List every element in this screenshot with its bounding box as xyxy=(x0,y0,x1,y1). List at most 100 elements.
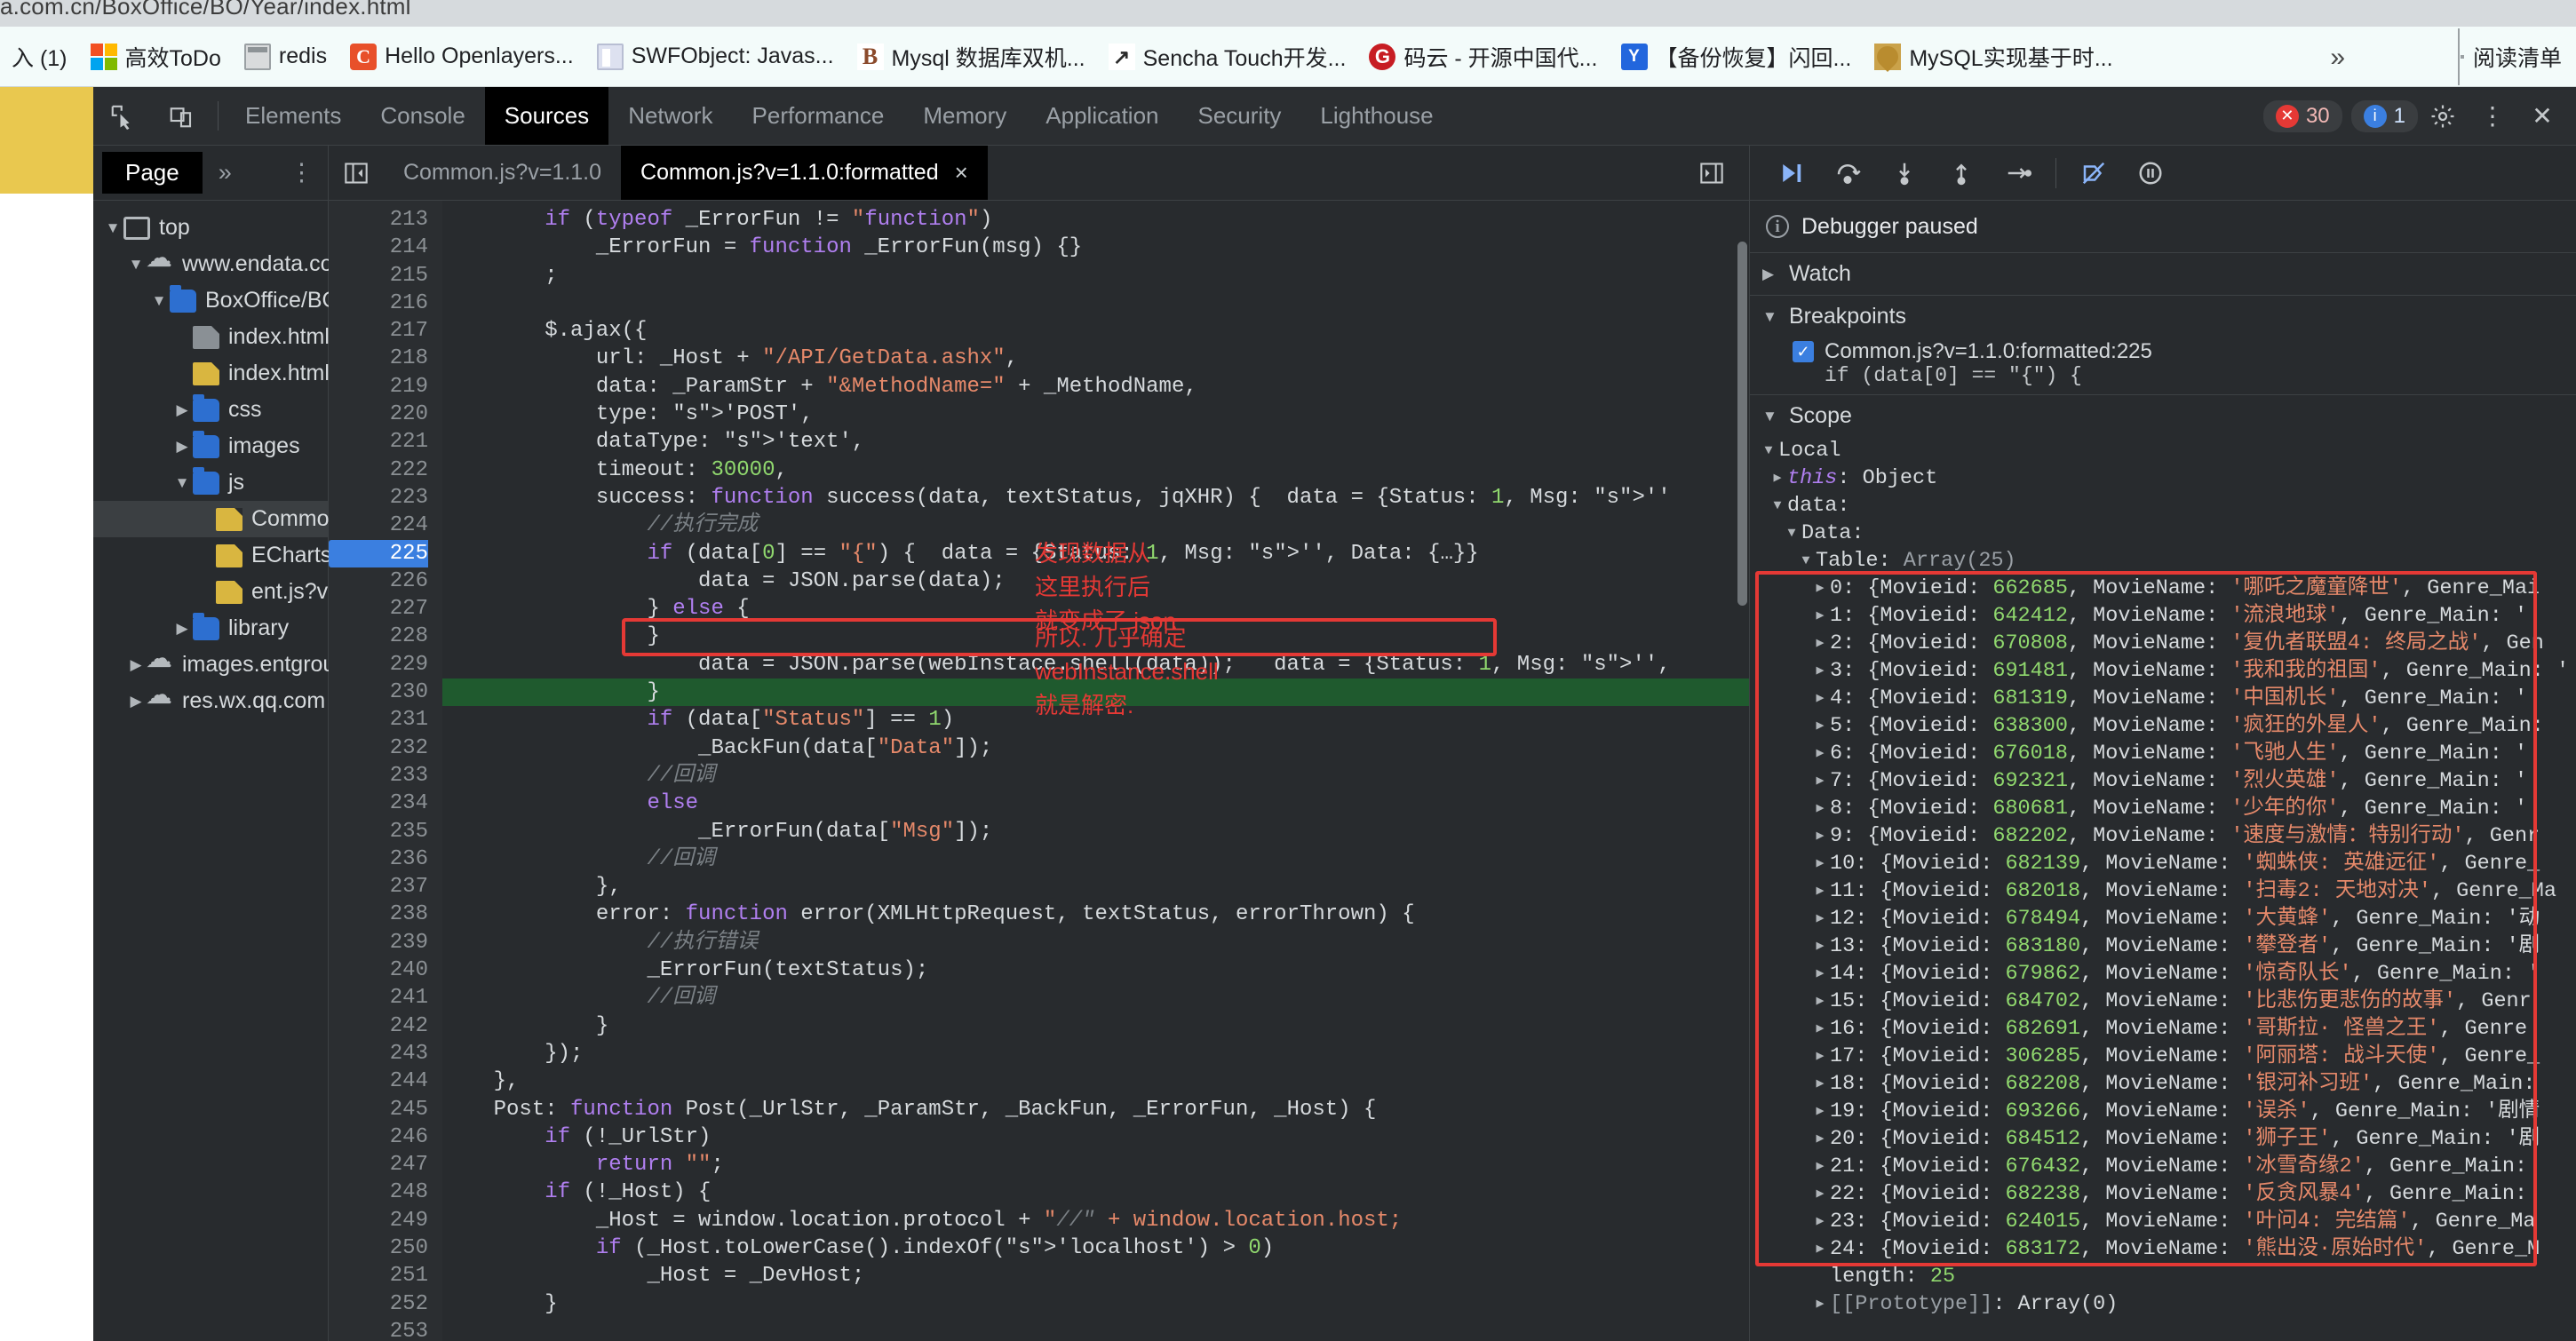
scope-array-item[interactable]: ▶ 17: {Movieid: 306285, MovieName: '阿丽塔: … xyxy=(1755,1043,2576,1070)
bookmark-item[interactable]: redis xyxy=(233,27,338,87)
chevron-right-icon[interactable]: ▶ xyxy=(1810,657,1830,685)
chevron-down-icon[interactable]: ▼ xyxy=(148,292,170,310)
line-number[interactable]: 248 xyxy=(329,1178,428,1206)
breakpoint-checkbox[interactable]: ✓ xyxy=(1793,341,1814,362)
scope-prototype[interactable]: ▶ [[Prototype]]: Array(0) xyxy=(1755,1290,2576,1318)
line-number[interactable]: 246 xyxy=(329,1123,428,1151)
tab-sources[interactable]: Sources xyxy=(484,87,609,145)
scope-array-item[interactable]: ▶ 7: {Movieid: 692321, MovieName: '烈火英雄',… xyxy=(1755,767,2576,795)
scope-array-item[interactable]: ▶ 13: {Movieid: 683180, MovieName: '攀登者',… xyxy=(1755,932,2576,960)
line-number[interactable]: 227 xyxy=(329,595,428,623)
chevron-right-icon[interactable]: ▶ xyxy=(1810,877,1830,905)
scope-Data[interactable]: ▼ Data: xyxy=(1755,520,2576,547)
scope-variable-tree[interactable]: ▼ Local ▶ this: Object ▼ data: ▼ Data: ▼ Table: A… xyxy=(1750,437,2576,1318)
line-number[interactable]: 223 xyxy=(329,484,428,512)
step-into-icon[interactable] xyxy=(1876,146,1933,201)
inspect-element-icon[interactable] xyxy=(93,87,152,145)
line-number[interactable]: 239 xyxy=(329,929,428,956)
scope-array-item[interactable]: ▶ 1: {Movieid: 642412, MovieName: '流浪地球',… xyxy=(1755,602,2576,630)
scope-array-item[interactable]: ▶ 4: {Movieid: 681319, MovieName: '中国机长',… xyxy=(1755,685,2576,712)
scope-array-item[interactable]: ▶ 24: {Movieid: 683172, MovieName: '熊出没·原… xyxy=(1755,1235,2576,1263)
scope-length[interactable]: length: 25 xyxy=(1755,1263,2576,1290)
scope-array-item[interactable]: ▶ 11: {Movieid: 682018, MovieName: '扫毒2: … xyxy=(1755,877,2576,905)
scope-data[interactable]: ▼ data: xyxy=(1755,492,2576,520)
code-text[interactable]: if (typeof _ErrorFun != "function") _Err… xyxy=(442,201,1749,1341)
scope-array-item[interactable]: ▶ 22: {Movieid: 682238, MovieName: '反贪风暴4… xyxy=(1755,1180,2576,1208)
tab-lighthouse[interactable]: Lighthouse xyxy=(1300,87,1452,145)
line-number[interactable]: 219 xyxy=(329,373,428,401)
line-number[interactable]: 235 xyxy=(329,818,428,845)
scope-table[interactable]: ▼ Table: Array(25) xyxy=(1755,547,2576,575)
chevron-right-icon[interactable]: ▶ xyxy=(1768,464,1787,492)
chevron-right-icon[interactable]: ▶ xyxy=(1810,795,1830,822)
chevron-right-icon[interactable]: ▶ xyxy=(1810,988,1830,1015)
line-number[interactable]: 224 xyxy=(329,512,428,539)
tab-page[interactable]: Page xyxy=(102,152,203,194)
scope-array-item[interactable]: ▶ 19: {Movieid: 693266, MovieName: '误杀', … xyxy=(1755,1098,2576,1125)
chevron-right-icon[interactable]: ▶ xyxy=(1810,1290,1830,1318)
chevron-right-icon[interactable]: ▶ xyxy=(1810,932,1830,960)
file-tree-item[interactable]: ▼ BoxOffice/BO/Y xyxy=(93,282,361,319)
scope-array-item[interactable]: ▶ 14: {Movieid: 679862, MovieName: '惊奇队长'… xyxy=(1755,960,2576,988)
file-tree-item[interactable]: ▶Common.js?v xyxy=(93,501,387,537)
scope-array-item[interactable]: ▶ 23: {Movieid: 624015, MovieName: '叶问4: … xyxy=(1755,1208,2576,1235)
line-number[interactable]: 238 xyxy=(329,901,428,928)
line-number[interactable]: 236 xyxy=(329,845,428,873)
line-number[interactable]: 245 xyxy=(329,1096,428,1123)
chevron-right-icon[interactable]: ▶ xyxy=(171,401,193,419)
chevron-right-icon[interactable]: ▶ xyxy=(1810,905,1830,932)
breakpoint-entry[interactable]: ✓ Common.js?v=1.1.0:formatted:225 if (da… xyxy=(1750,337,2576,394)
chevron-down-icon[interactable]: ▼ xyxy=(102,219,123,237)
chevron-down-icon[interactable]: ▼ xyxy=(1768,492,1787,520)
code-editor[interactable]: 213 214 215 216 217 218 219 220 221 222 223 224 225 2… xyxy=(329,201,1749,1341)
editor-scrollbar[interactable] xyxy=(1735,201,1749,1341)
chevron-right-icon[interactable]: ▶ xyxy=(1810,1208,1830,1235)
tab-elements[interactable]: Elements xyxy=(226,87,361,145)
bookmark-item[interactable]: 入 (1) xyxy=(0,27,79,87)
scope-array-item[interactable]: ▶ 10: {Movieid: 682139, MovieName: '蜘蛛侠: … xyxy=(1755,850,2576,877)
line-number[interactable]: 247 xyxy=(329,1151,428,1178)
section-breakpoints[interactable]: ▼ Breakpoints xyxy=(1750,295,2576,337)
chevron-right-icon[interactable]: ▶ xyxy=(1810,575,1830,602)
chevron-right-icon[interactable]: ▶ xyxy=(1810,630,1830,657)
chevron-right-icon[interactable]: ▶ xyxy=(171,438,193,456)
file-tree-item[interactable]: ▶ library xyxy=(93,610,328,647)
line-number[interactable]: 218 xyxy=(329,345,428,372)
bookmark-item[interactable]: SWFObject: Javas... xyxy=(585,27,846,87)
section-scope[interactable]: ▼ Scope xyxy=(1750,394,2576,437)
bookmark-item[interactable]: 高效ToDo xyxy=(79,27,233,87)
close-icon[interactable]: × xyxy=(955,159,968,186)
chevron-right-icon[interactable]: ▶ xyxy=(1810,740,1830,767)
editor-scrollbar-thumb[interactable] xyxy=(1737,242,1747,606)
scope-array-item[interactable]: ▶ 0: {Movieid: 662685, MovieName: '哪吒之魔童降… xyxy=(1755,575,2576,602)
file-tree-item[interactable]: ▶EChartsHelpe xyxy=(93,537,390,574)
tab-application[interactable]: Application xyxy=(1026,87,1178,145)
bookmark-item[interactable]: 【备份恢复】闪回... xyxy=(1610,27,1864,87)
chevron-down-icon[interactable]: ▼ xyxy=(1796,547,1816,575)
scope-array-item[interactable]: ▶ 5: {Movieid: 638300, MovieName: '疯狂的外星人… xyxy=(1755,712,2576,740)
source-tab-common-js[interactable]: Common.js?v=1.1.0 xyxy=(384,146,621,200)
tab-console[interactable]: Console xyxy=(361,87,484,145)
line-number[interactable]: 215 xyxy=(329,262,428,290)
chevron-right-icon[interactable]: ▶ xyxy=(1810,1070,1830,1098)
scope-array-item[interactable]: ▶ 3: {Movieid: 691481, MovieName: '我和我的祖国… xyxy=(1755,657,2576,685)
resume-icon[interactable] xyxy=(1762,146,1819,201)
line-number[interactable]: 234 xyxy=(329,790,428,817)
line-number[interactable]: 225 xyxy=(329,539,428,567)
line-number[interactable]: 233 xyxy=(329,762,428,790)
line-number[interactable]: 226 xyxy=(329,567,428,595)
line-number[interactable]: 230 xyxy=(329,678,428,706)
chevron-right-icon[interactable]: ▶ xyxy=(125,656,147,674)
line-number[interactable]: 228 xyxy=(329,623,428,650)
bookmark-item[interactable]: Hello Openlayers... xyxy=(338,27,585,87)
bookmark-item[interactable]: 码云 - 开源中国代... xyxy=(1357,27,1609,87)
chevron-right-icon[interactable]: ▶ xyxy=(1810,1180,1830,1208)
file-tree-item[interactable]: ▶index.html xyxy=(93,319,330,355)
chevron-right-icon[interactable]: ▶ xyxy=(1810,1015,1830,1043)
line-number[interactable]: 252 xyxy=(329,1290,428,1318)
scope-array-item[interactable]: ▶ 18: {Movieid: 682208, MovieName: '银河补习班… xyxy=(1755,1070,2576,1098)
chevron-right-icon[interactable]: ▶ xyxy=(1810,1125,1830,1153)
chevron-down-icon[interactable]: ▼ xyxy=(171,474,193,492)
chevron-right-icon[interactable]: ▶ xyxy=(1810,767,1830,795)
scope-local[interactable]: ▼ Local xyxy=(1755,437,2576,464)
